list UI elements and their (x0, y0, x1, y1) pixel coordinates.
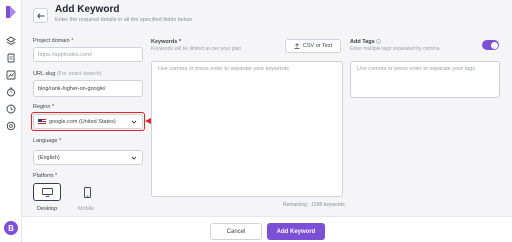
add-tags-label: Add Tags (350, 39, 382, 45)
arrow-left-icon (36, 12, 44, 19)
platform-mobile-label: Mobile (78, 206, 95, 212)
sidebar: B (0, 0, 22, 242)
language-select[interactable]: (English) (33, 150, 143, 165)
document-icon[interactable] (6, 53, 16, 63)
app-logo-icon (6, 6, 16, 18)
back-button[interactable] (33, 8, 48, 23)
upload-icon (294, 43, 300, 49)
add-tags-label-text: Add Tags (350, 39, 375, 45)
add-keyword-button[interactable]: Add Keyword (267, 223, 325, 240)
page-subtitle: Enter the required details in all the sp… (55, 17, 192, 23)
project-domain-input[interactable]: https://applrodes.com/ (33, 47, 143, 62)
language-label: Language * (33, 138, 62, 144)
page-title: Add Keyword (55, 4, 120, 15)
region-highlight-box (31, 112, 145, 131)
region-label: Region * (33, 104, 55, 110)
url-slug-input[interactable]: blog/rank-higher-on-google/ (33, 80, 143, 97)
project-domain-label: Project domain * (33, 38, 74, 44)
timer-icon[interactable] (6, 87, 16, 97)
chevron-down-icon (131, 156, 137, 160)
url-slug-hint: (For exact search) (56, 71, 102, 77)
settings-icon[interactable] (6, 121, 16, 131)
clock-icon[interactable] (6, 104, 16, 114)
keywords-textarea[interactable]: Use comma or press enter to separate you… (151, 61, 343, 197)
platform-desktop-option[interactable] (33, 183, 61, 201)
keywords-hint: Keywords will be limited as per your pla… (151, 46, 242, 52)
tags-textarea[interactable]: Use comma or press enter to separate you… (350, 61, 500, 98)
url-slug-label: URL slug (For exact search) (33, 71, 102, 77)
language-value: (English) (38, 154, 60, 161)
mobile-icon (83, 186, 91, 198)
platform-mobile-option[interactable] (73, 183, 101, 201)
platform-label: Platform * (33, 173, 58, 179)
layers-icon[interactable] (6, 36, 16, 46)
keywords-remaining: Remaining : 1598 keywords (283, 202, 345, 208)
url-slug-label-text: URL slug (33, 71, 56, 77)
info-icon (376, 39, 382, 44)
add-tags-hint: Enter multiple tags separated by comma (350, 46, 440, 52)
keywords-label: Keywords * (151, 39, 181, 45)
platform-desktop-label: Desktop (37, 206, 58, 212)
desktop-icon (41, 187, 53, 197)
csv-button-label: CSV or Text (302, 43, 333, 49)
cancel-button[interactable]: Cancel (210, 223, 262, 240)
csv-upload-button[interactable]: CSV or Text (285, 39, 341, 53)
tags-toggle[interactable] (482, 40, 499, 50)
chart-icon[interactable] (6, 70, 16, 80)
user-avatar[interactable]: B (4, 221, 18, 235)
